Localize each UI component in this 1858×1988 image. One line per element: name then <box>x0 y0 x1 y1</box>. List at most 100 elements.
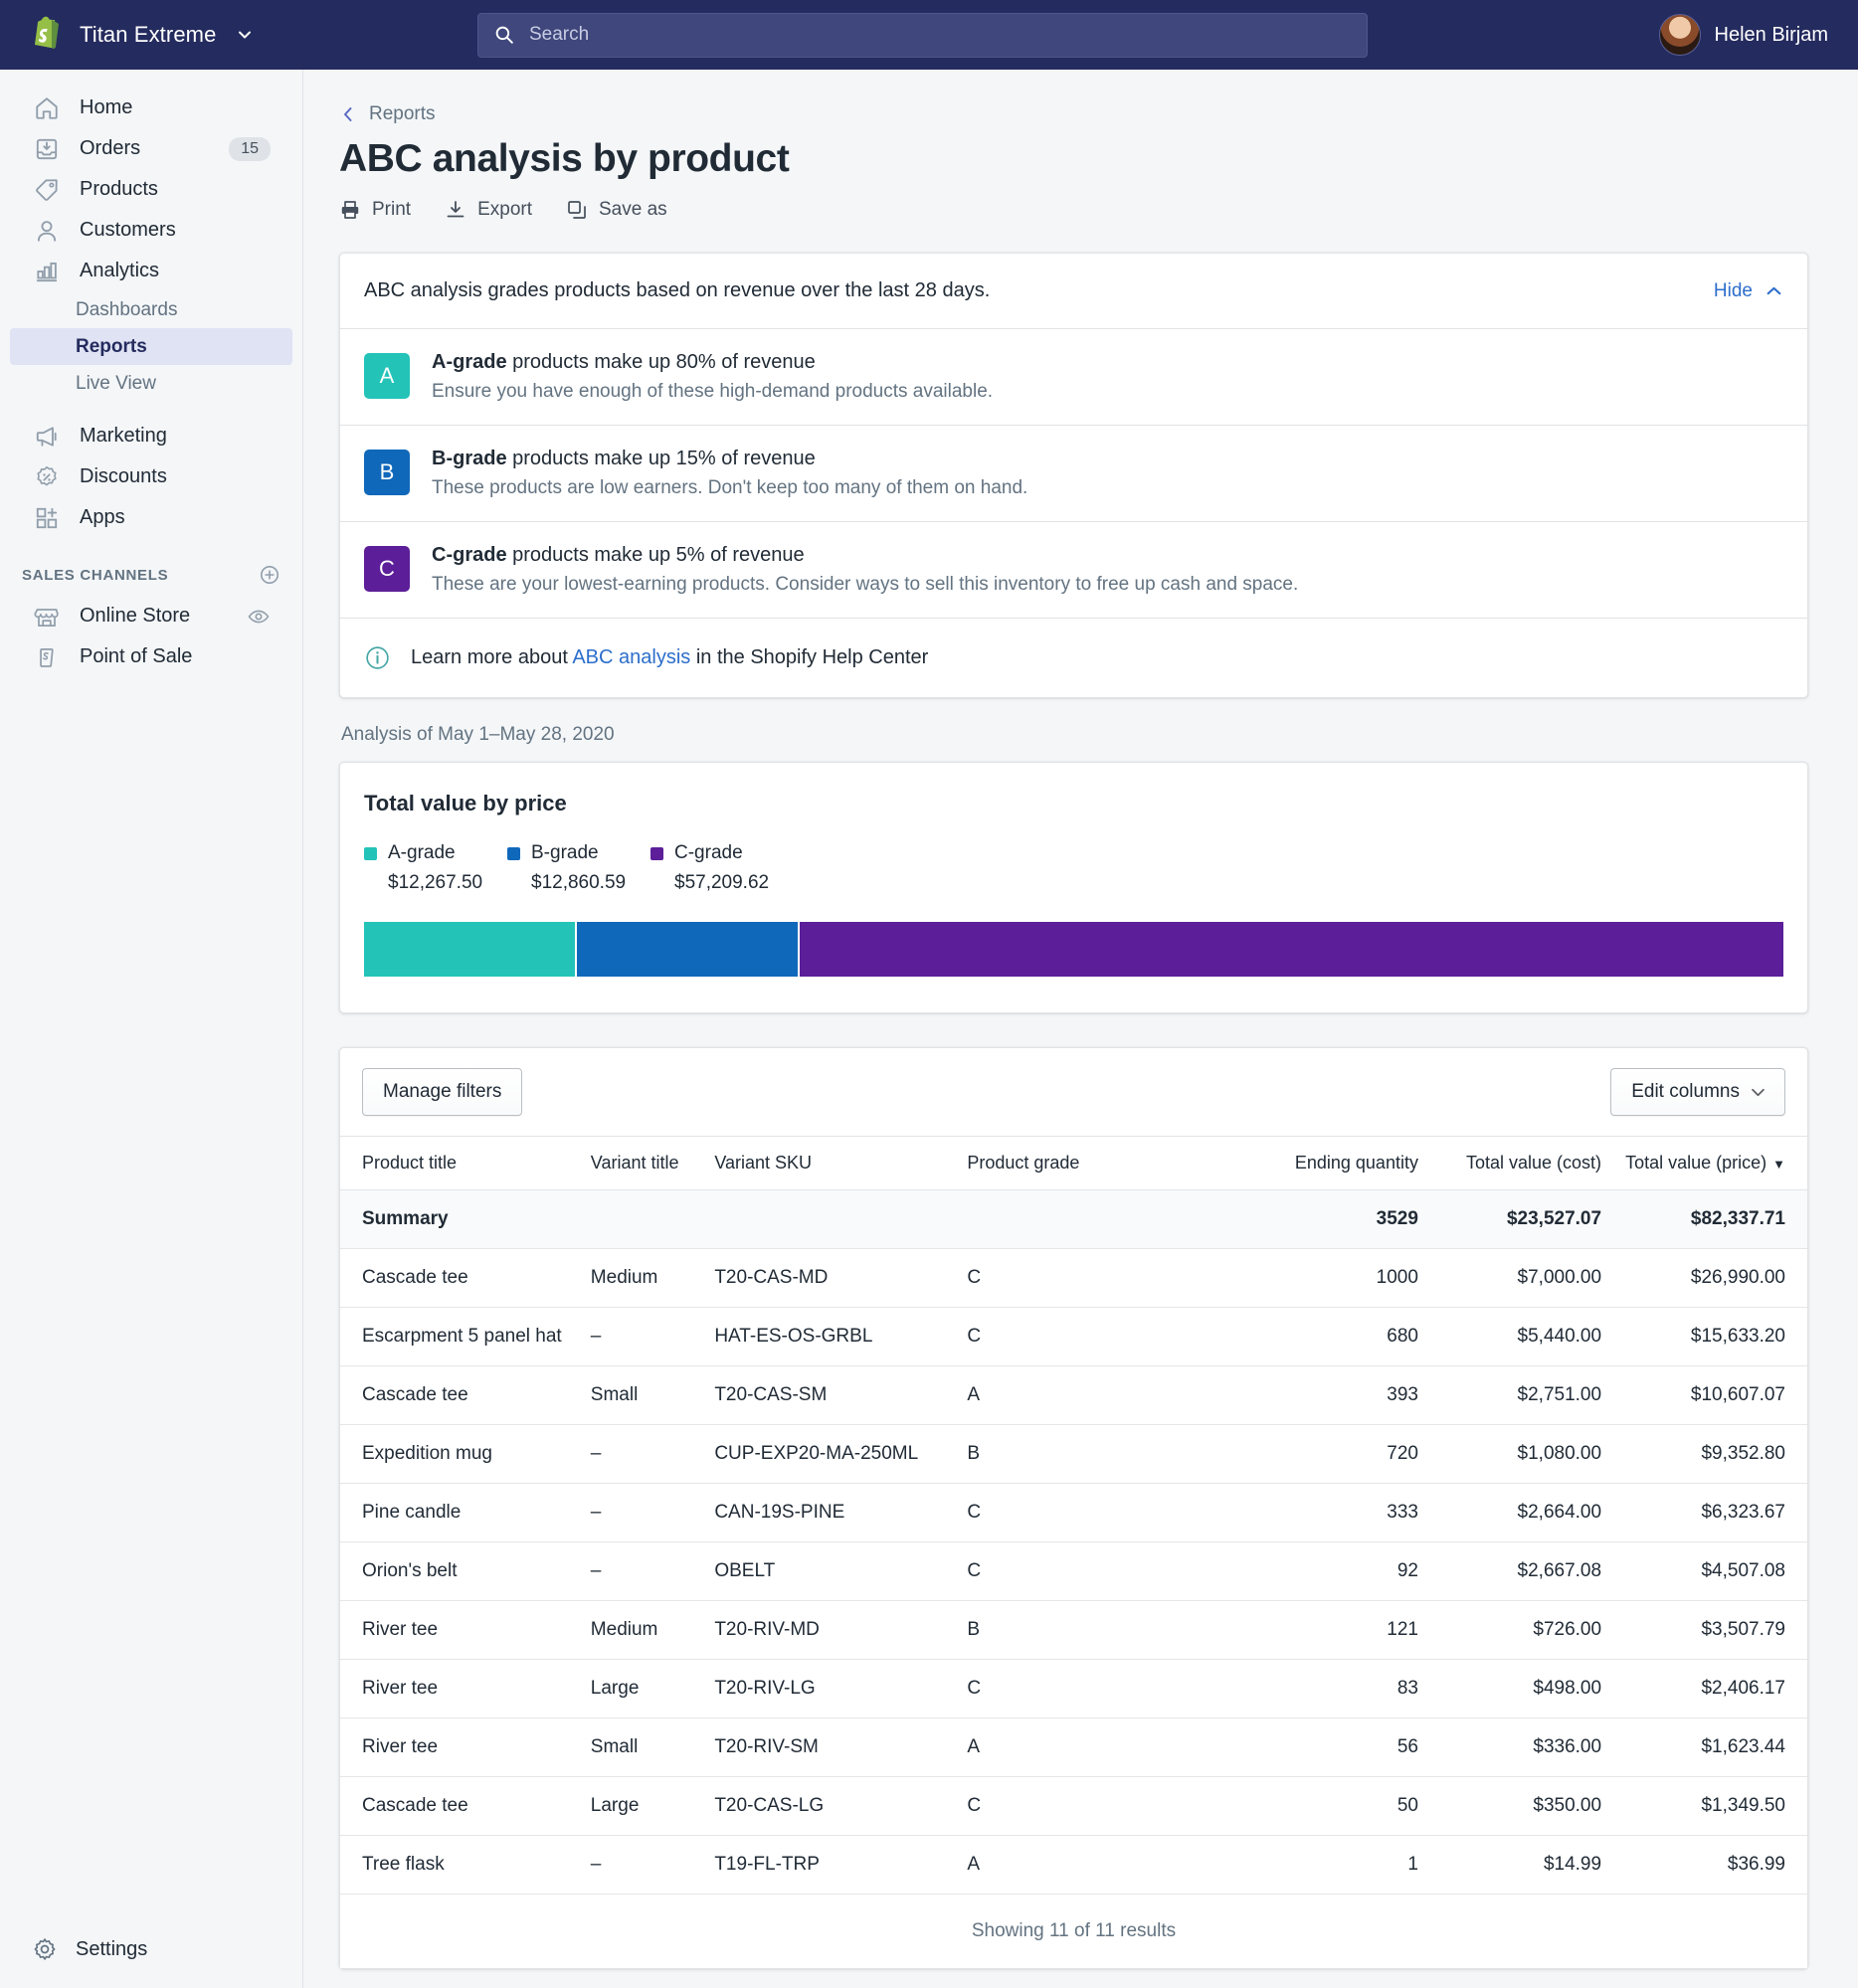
apps-grid-icon <box>32 503 62 533</box>
column-header-product-grade[interactable]: Product grade <box>955 1137 1247 1190</box>
save-as-label: Save as <box>599 199 667 221</box>
store-switcher[interactable]: Titan Extreme <box>26 14 306 56</box>
table-row[interactable]: Expedition mug–CUP-EXP20-MA-250MLB720$1,… <box>340 1425 1807 1484</box>
sidebar-item-products[interactable]: Products <box>10 169 292 210</box>
legend-item-a-grade[interactable]: A-grade $12,267.50 <box>364 842 507 894</box>
table-row[interactable]: River teeLargeT20-RIV-LGC83$498.00$2,406… <box>340 1660 1807 1718</box>
hide-button[interactable]: Hide <box>1714 280 1783 302</box>
grade-title-rest: products make up 15% of revenue <box>507 448 816 469</box>
table-row[interactable]: Escarpment 5 panel hat–HAT-ES-OS-GRBLC68… <box>340 1308 1807 1366</box>
sidebar-subitem-label: Dashboards <box>76 299 177 321</box>
table-row[interactable]: Orion's belt–OBELTC92$2,667.08$4,507.08 <box>340 1542 1807 1601</box>
grade-chip-a: A <box>364 353 410 399</box>
column-header-ending-quantity[interactable]: Ending quantity <box>1247 1137 1430 1190</box>
bar-segment-a-grade[interactable] <box>364 922 575 977</box>
print-button[interactable]: Print <box>339 199 411 221</box>
legend-label: B-grade <box>531 842 599 864</box>
sidebar-item-discounts[interactable]: Discounts <box>10 456 292 497</box>
cell-product-title: Summary <box>340 1190 579 1249</box>
breadcrumb-label: Reports <box>369 103 436 125</box>
column-header-product-title[interactable]: Product title <box>340 1137 579 1190</box>
column-header-total-value-cost[interactable]: Total value (cost) <box>1430 1137 1613 1190</box>
table-row[interactable]: Cascade teeMediumT20-CAS-MDC1000$7,000.0… <box>340 1249 1807 1308</box>
cell-variant-title: – <box>579 1484 703 1542</box>
bar-segment-b-grade[interactable] <box>577 922 798 977</box>
grade-title-b: B-grade products make up 15% of revenue <box>432 448 1027 470</box>
column-header-variant-sku[interactable]: Variant SKU <box>702 1137 955 1190</box>
cell-ending-quantity: 121 <box>1247 1601 1430 1660</box>
grade-title-a: A-grade products make up 80% of revenue <box>432 351 993 374</box>
customers-person-icon <box>32 216 62 246</box>
export-button[interactable]: Export <box>445 199 532 221</box>
cell-variant-sku <box>702 1190 955 1249</box>
chart-legend: A-grade $12,267.50 B-grade $12,860.59 C-… <box>364 842 1783 894</box>
sidebar-subitem-label: Reports <box>76 336 147 358</box>
cell-total-value-cost: $2,751.00 <box>1430 1366 1613 1425</box>
table-row[interactable]: Cascade teeSmallT20-CAS-SMA393$2,751.00$… <box>340 1366 1807 1425</box>
save-as-button[interactable]: Save as <box>566 199 667 221</box>
sidebar-item-live-view[interactable]: Live View <box>10 365 292 402</box>
grade-title-rest: products make up 5% of revenue <box>507 544 805 566</box>
export-label: Export <box>477 199 532 221</box>
chevron-left-icon <box>339 105 357 123</box>
table-row[interactable]: River teeMediumT20-RIV-MDB121$726.00$3,5… <box>340 1601 1807 1660</box>
sidebar-item-customers[interactable]: Customers <box>10 210 292 251</box>
sidebar-item-label: Point of Sale <box>80 645 271 668</box>
table-results-footer: Showing 11 of 11 results <box>340 1895 1807 1968</box>
grade-letter: C <box>379 556 395 582</box>
page-title: ABC analysis by product <box>339 137 1808 181</box>
orders-icon <box>32 134 62 164</box>
search-box[interactable] <box>477 13 1368 58</box>
legend-dot-c-icon <box>650 847 663 860</box>
info-circle-icon <box>364 644 391 671</box>
abc-analysis-link[interactable]: ABC analysis <box>572 646 690 668</box>
sidebar-item-label: Orders <box>80 137 211 160</box>
search-input[interactable] <box>529 24 1351 46</box>
cell-variant-title: Medium <box>579 1601 703 1660</box>
legend-item-b-grade[interactable]: B-grade $12,860.59 <box>507 842 650 894</box>
manage-filters-button[interactable]: Manage filters <box>362 1068 522 1116</box>
cell-ending-quantity: 83 <box>1247 1660 1430 1718</box>
legend-value: $12,860.59 <box>507 872 650 894</box>
grade-title-bold: C-grade <box>432 544 507 566</box>
sidebar-item-label: Discounts <box>80 465 271 488</box>
sidebar-item-orders[interactable]: Orders 15 <box>10 128 292 169</box>
column-header-variant-title[interactable]: Variant title <box>579 1137 703 1190</box>
cell-ending-quantity: 393 <box>1247 1366 1430 1425</box>
table-row[interactable]: Pine candle–CAN-19S-PINEC333$2,664.00$6,… <box>340 1484 1807 1542</box>
add-sales-channel-icon[interactable] <box>259 564 280 586</box>
sidebar-item-online-store[interactable]: Online Store <box>10 596 292 636</box>
sidebar-item-home[interactable]: Home <box>10 88 292 128</box>
cell-product-title: River tee <box>340 1601 579 1660</box>
breadcrumb[interactable]: Reports <box>339 103 1808 125</box>
cell-product-title: Tree flask <box>340 1836 579 1895</box>
sidebar-item-dashboards[interactable]: Dashboards <box>10 291 292 328</box>
cell-variant-title: – <box>579 1425 703 1484</box>
chevron-up-icon <box>1765 281 1783 300</box>
table-header-row: Product title Variant title Variant SKU … <box>340 1137 1807 1190</box>
sidebar-item-analytics[interactable]: Analytics <box>10 251 292 291</box>
sidebar-item-settings[interactable]: Settings <box>0 1936 302 1962</box>
bar-segment-c-grade[interactable] <box>800 922 1783 977</box>
edit-columns-button[interactable]: Edit columns <box>1610 1068 1785 1116</box>
sidebar-item-marketing[interactable]: Marketing <box>10 416 292 456</box>
cell-total-value-cost: $1,080.00 <box>1430 1425 1613 1484</box>
table-row[interactable]: River teeSmallT20-RIV-SMA56$336.00$1,623… <box>340 1718 1807 1777</box>
view-store-eye-icon[interactable] <box>247 605 271 629</box>
sidebar-item-apps[interactable]: Apps <box>10 497 292 538</box>
column-header-total-value-price[interactable]: Total value (price)▼ <box>1613 1137 1807 1190</box>
cell-variant-sku: T20-RIV-MD <box>702 1601 955 1660</box>
user-menu[interactable]: Helen Birjam <box>1659 14 1828 56</box>
cell-variant-sku: T20-CAS-MD <box>702 1249 955 1308</box>
sidebar-item-reports[interactable]: Reports <box>10 328 292 365</box>
download-icon <box>445 199 466 221</box>
table-row[interactable]: Cascade teeLargeT20-CAS-LGC50$350.00$1,3… <box>340 1777 1807 1836</box>
cell-variant-title: Medium <box>579 1249 703 1308</box>
table-row[interactable]: Tree flask–T19-FL-TRPA1$14.99$36.99 <box>340 1836 1807 1895</box>
grade-subtitle-c: These are your lowest-earning products. … <box>432 574 1298 596</box>
legend-item-c-grade[interactable]: C-grade $57,209.62 <box>650 842 794 894</box>
sidebar-item-label: Customers <box>80 219 271 242</box>
chevron-down-icon[interactable] <box>236 26 254 44</box>
cell-total-value-price: $36.99 <box>1613 1836 1807 1895</box>
sidebar-item-point-of-sale[interactable]: Point of Sale <box>10 636 292 677</box>
